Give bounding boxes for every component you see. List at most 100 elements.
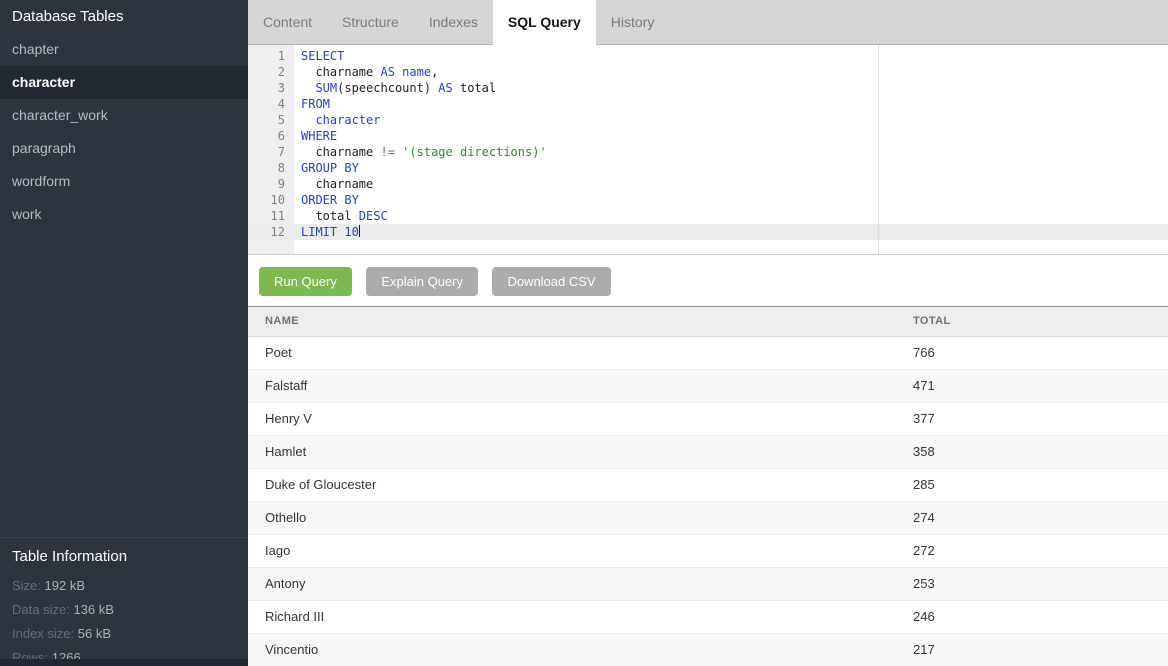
code-text: charname xyxy=(294,176,1168,192)
code-text: LIMIT 10 xyxy=(294,224,1168,240)
cell-name: Falstaff xyxy=(248,370,913,402)
code-line: 9 charname xyxy=(248,176,1168,192)
code-text: GROUP BY xyxy=(294,160,1168,176)
code-line: 2 charname AS name, xyxy=(248,64,1168,80)
table-row[interactable]: Poet 766 xyxy=(248,337,1168,370)
cell-name: Duke of Gloucester xyxy=(248,469,913,501)
table-info-row: Size: 192 kB xyxy=(12,574,236,598)
cell-total: 246 xyxy=(913,601,1168,633)
cell-name: Richard III xyxy=(248,601,913,633)
line-number: 7 xyxy=(248,144,294,160)
cell-total: 358 xyxy=(913,436,1168,468)
sidebar-item-table[interactable]: character_work xyxy=(0,99,248,132)
sidebar-item-table[interactable]: paragraph xyxy=(0,132,248,165)
code-line: 10ORDER BY xyxy=(248,192,1168,208)
table-information-panel: Table Information Size: 192 kB Data size… xyxy=(0,537,248,666)
table-info-row: Data size: 136 kB xyxy=(12,598,236,622)
table-row[interactable]: Henry V 377 xyxy=(248,403,1168,436)
code-line: 12LIMIT 10 xyxy=(248,224,1168,240)
line-number: 2 xyxy=(248,64,294,80)
line-number: 8 xyxy=(248,160,294,176)
code-text: WHERE xyxy=(294,128,1168,144)
code-text: ORDER BY xyxy=(294,192,1168,208)
info-label: Size: xyxy=(12,578,41,593)
sidebar-item-table[interactable]: chapter xyxy=(0,33,248,66)
info-value: 192 kB xyxy=(45,578,85,593)
results-table: NAME TOTAL Poet 766 Falstaff 471 Henry V… xyxy=(248,306,1168,666)
code-line: 8GROUP BY xyxy=(248,160,1168,176)
line-number: 1 xyxy=(248,48,294,64)
code-text: FROM xyxy=(294,96,1168,112)
tab[interactable]: Indexes xyxy=(414,0,493,45)
table-row[interactable]: Othello 274 xyxy=(248,502,1168,535)
text-cursor xyxy=(359,225,360,237)
cell-total: 285 xyxy=(913,469,1168,501)
tab[interactable]: History xyxy=(596,0,670,45)
main-panel: ContentStructureIndexesSQL QueryHistory … xyxy=(248,0,1168,666)
sql-editor[interactable]: 1SELECT2 charname AS name,3 SUM(speechco… xyxy=(248,45,1168,255)
code-line: 6WHERE xyxy=(248,128,1168,144)
cell-name: Othello xyxy=(248,502,913,534)
code-line: 11 total DESC xyxy=(248,208,1168,224)
code-text: character xyxy=(294,112,1168,128)
code-line: 5 character xyxy=(248,112,1168,128)
code-text: charname != '(stage directions)' xyxy=(294,144,1168,160)
column-header-total[interactable]: TOTAL xyxy=(913,307,1168,336)
cell-total: 217 xyxy=(913,634,1168,666)
table-row[interactable]: Richard III 246 xyxy=(248,601,1168,634)
sql-code-lines: 1SELECT2 charname AS name,3 SUM(speechco… xyxy=(248,45,1168,254)
cell-name: Antony xyxy=(248,568,913,600)
code-text: charname AS name, xyxy=(294,64,1168,80)
cell-total: 272 xyxy=(913,535,1168,567)
code-line: 4FROM xyxy=(248,96,1168,112)
table-row[interactable]: Iago 272 xyxy=(248,535,1168,568)
sidebar-item-table[interactable]: character xyxy=(0,66,248,99)
cell-name: Hamlet xyxy=(248,436,913,468)
line-number: 9 xyxy=(248,176,294,192)
sidebar-title: Database Tables xyxy=(0,0,248,33)
line-number: 4 xyxy=(248,96,294,112)
query-actions: Run Query Explain Query Download CSV xyxy=(248,254,1168,306)
cell-total: 253 xyxy=(913,568,1168,600)
cell-total: 377 xyxy=(913,403,1168,435)
tab[interactable]: Structure xyxy=(327,0,414,45)
editor-pane-divider[interactable] xyxy=(878,45,879,254)
app-window: Database Tables chaptercharactercharacte… xyxy=(0,0,1168,666)
table-row[interactable]: Duke of Gloucester 285 xyxy=(248,469,1168,502)
code-line: 3 SUM(speechcount) AS total xyxy=(248,80,1168,96)
run-query-button[interactable]: Run Query xyxy=(259,267,352,296)
sidebar-item-table[interactable]: wordform xyxy=(0,165,248,198)
table-row[interactable]: Antony 253 xyxy=(248,568,1168,601)
table-row[interactable]: Hamlet 358 xyxy=(248,436,1168,469)
cell-name: Poet xyxy=(248,337,913,369)
cell-total: 471 xyxy=(913,370,1168,402)
line-number: 12 xyxy=(248,224,294,240)
column-header-name[interactable]: NAME xyxy=(248,307,913,336)
code-line: 1SELECT xyxy=(248,48,1168,64)
cell-name: Vincentio xyxy=(248,634,913,666)
download-csv-button[interactable]: Download CSV xyxy=(492,267,610,296)
sidebar-item-table[interactable]: work xyxy=(0,198,248,231)
info-label: Index size: xyxy=(12,626,74,641)
results-header-row: NAME TOTAL xyxy=(248,307,1168,337)
table-row[interactable]: Vincentio 217 xyxy=(248,634,1168,666)
results-body: Poet 766 Falstaff 471 Henry V 377 Hamlet… xyxy=(248,337,1168,666)
code-text: SUM(speechcount) AS total xyxy=(294,80,1168,96)
cell-name: Iago xyxy=(248,535,913,567)
code-line: 7 charname != '(stage directions)' xyxy=(248,144,1168,160)
tab[interactable]: SQL Query xyxy=(493,0,596,45)
line-number: 5 xyxy=(248,112,294,128)
sidebar: Database Tables chaptercharactercharacte… xyxy=(0,0,248,666)
cell-name: Henry V xyxy=(248,403,913,435)
code-text: total DESC xyxy=(294,208,1168,224)
line-number: 11 xyxy=(248,208,294,224)
tab-bar: ContentStructureIndexesSQL QueryHistory xyxy=(248,0,1168,45)
cell-total: 274 xyxy=(913,502,1168,534)
sidebar-footer-bar xyxy=(0,659,248,666)
explain-query-button[interactable]: Explain Query xyxy=(366,267,478,296)
table-row[interactable]: Falstaff 471 xyxy=(248,370,1168,403)
tab[interactable]: Content xyxy=(248,0,327,45)
info-value: 56 kB xyxy=(78,626,111,641)
cell-total: 766 xyxy=(913,337,1168,369)
table-list: chaptercharactercharacter_workparagraphw… xyxy=(0,33,248,231)
